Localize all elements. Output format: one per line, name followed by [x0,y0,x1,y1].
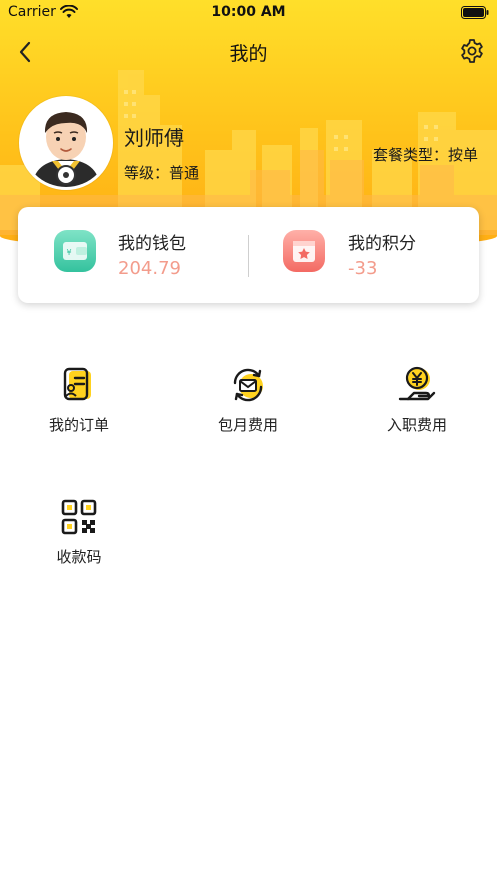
wallet-balance-section[interactable]: ¥ 我的钱包 204.79 [18,207,248,303]
monthly-fee-icon [233,368,263,402]
svg-text:¥: ¥ [67,248,72,257]
menu-item-my-orders[interactable]: 我的订单 [19,365,139,445]
gear-icon[interactable] [459,38,485,64]
menu-item-onboarding-fee[interactable]: 入职费用 [357,365,477,445]
points-label: 我的积分 [348,234,416,254]
menu-item-monthly-fee[interactable]: 包月费用 [188,365,308,445]
menu-item-label: 入职费用 [386,416,447,434]
onboarding-fee-icon [398,366,436,401]
wallet-icon: ¥ [54,230,96,272]
user-level: 等级：普通 [124,164,200,182]
wallet-balance-value: 204.79 [118,258,181,279]
plan-type: 套餐类型：按单 [372,146,478,164]
battery-icon [461,6,489,19]
driver-avatar-icon [22,99,110,187]
user-name: 刘师傅 [124,126,184,150]
navigation-bar: 我的 [0,30,497,74]
qr-code-icon [61,499,97,535]
menu-item-label: 我的订单 [48,416,109,434]
status-bar: Carrier 10:00 AM [0,0,497,26]
points-value: -33 [348,258,378,279]
page-title: 我的 [229,43,268,65]
menu-item-label: 收款码 [56,548,102,566]
status-time: 10:00 AM [211,4,286,20]
menu-item-payment-qr[interactable]: 收款码 [19,497,139,577]
points-section[interactable]: 我的积分 -33 [249,207,479,303]
avatar[interactable] [19,96,113,190]
points-icon [283,230,325,272]
wallet-label: 我的钱包 [118,234,186,254]
wallet-card: ¥ 我的钱包 204.79 我的积分 -33 [18,207,479,303]
order-list-icon [63,367,91,401]
menu-item-label: 包月费用 [217,416,278,434]
